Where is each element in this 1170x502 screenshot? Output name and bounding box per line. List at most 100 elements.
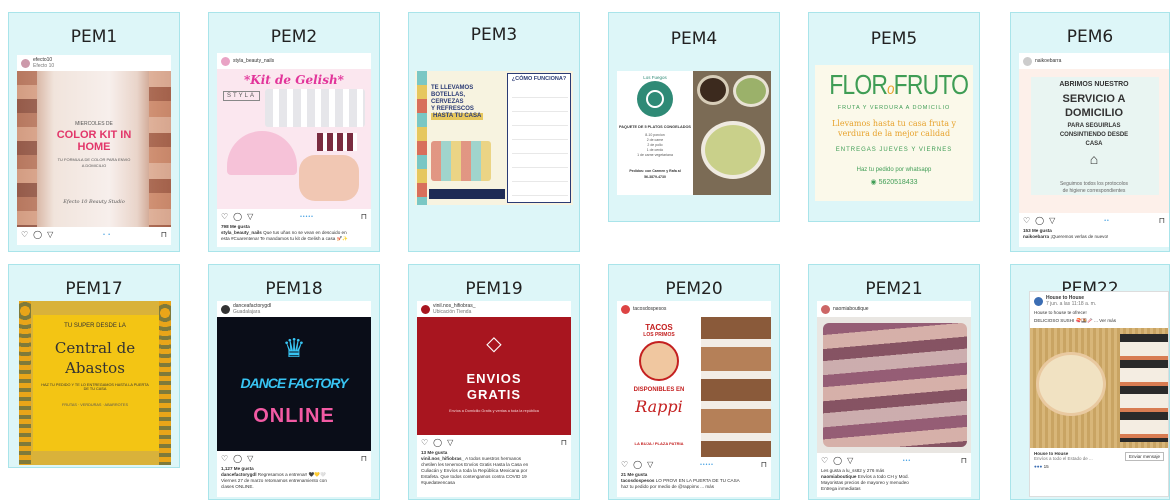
comment-icon[interactable]: ◯ (233, 454, 242, 463)
instagram-post[interactable]: Los Fuegos PAQUETE DE 5 PLATOS CONGELADO… (617, 71, 771, 195)
post-username: styla_beauty_nails (233, 58, 275, 64)
post-username: naikoebarra (1035, 58, 1062, 64)
facebook-post[interactable]: House to House 7 jun. a las 11:18 a. m. … (1029, 291, 1169, 497)
send-icon[interactable]: ▽ (247, 454, 253, 463)
heart-icon[interactable]: ♡ (821, 456, 828, 465)
polish-bottles (265, 89, 365, 127)
heart-icon[interactable]: ♡ (421, 438, 428, 447)
avatar (1034, 296, 1043, 306)
post-header: styla_beauty_nails (217, 53, 371, 69)
send-icon[interactable]: ▽ (1049, 216, 1055, 225)
panel-title: ¿CÓMO FUNCIONA? (511, 76, 567, 82)
chef-illustration (639, 341, 679, 381)
comment-icon[interactable]: ◯ (233, 212, 242, 221)
card-pem1[interactable]: PEM1 efecto10 Efecto 10 MIERCOLES DE COL… (8, 12, 180, 252)
post-image: TACOS LOS PRIMOS DISPONIBLES EN Rappi LA… (617, 317, 771, 457)
post-username: naomiaboutique (833, 306, 869, 312)
reactions-icon: ●●● (1034, 464, 1043, 469)
bookmark-icon[interactable]: ⊓ (761, 460, 767, 469)
how-it-works-panel: ¿CÓMO FUNCIONA? (507, 73, 571, 203)
bookmark-icon[interactable]: ⊓ (161, 230, 167, 239)
img-title: *Kit de Gelish* (244, 73, 344, 87)
heart-icon[interactable]: ♡ (221, 212, 228, 221)
comment-icon[interactable]: ◯ (833, 456, 842, 465)
instagram-post[interactable]: FLORoFRUTO FRUTA Y VERDURA A DOMICILIO L… (815, 65, 973, 201)
send-icon[interactable]: ▽ (847, 456, 853, 465)
send-icon[interactable]: ▽ (47, 230, 53, 239)
img-text: HAZ TU PEDIDO Y TE LO ENTREGAMOS HASTA L… (41, 383, 149, 391)
caption-line: haz tu pedido por medio de @rappimx ... … (621, 484, 715, 489)
sushi-photo (1120, 334, 1168, 442)
heart-icon[interactable]: ♡ (221, 454, 228, 463)
brand-logo: STYLA (223, 91, 261, 101)
instagram-post[interactable]: naikoebarra ABRIMOS NUESTRO SERVICIO A D… (1019, 53, 1169, 247)
post-header: tacosdospesos (617, 301, 771, 317)
img-title-2: GRATIS (466, 387, 522, 402)
comment-icon[interactable]: ◯ (1035, 216, 1044, 225)
post-image: ABRIMOS NUESTRO SERVICIO A DOMICILIO PAR… (1019, 69, 1169, 213)
instagram-post[interactable]: naomiaboutique ♡ ◯ ▽ ••• ⊓ Les gusta a l… (817, 301, 971, 497)
sushi-roll (1036, 352, 1106, 416)
steps-list (512, 88, 568, 198)
bookmark-icon[interactable]: ⊓ (361, 454, 367, 463)
caption-line: esta #Cuarentena! Te mandamos tu kit de … (221, 236, 349, 241)
card-pem19[interactable]: PEM19 vinil.nos_hifiobras_ Ubicación Tie… (408, 264, 580, 500)
img-signature: Efecto 10 Beauty Studio (63, 199, 125, 205)
send-icon[interactable]: ▽ (247, 212, 253, 221)
img-text: TU SUPER DESDE LA (64, 323, 126, 329)
post-image: *Kit de Gelish* STYLA (217, 69, 371, 209)
card-pem6[interactable]: PEM6 naikoebarra ABRIMOS NUESTRO SERVICI… (1010, 12, 1170, 252)
card-pem21[interactable]: PEM21 naomiaboutique ♡ ◯ ▽ ••• ⊓ Les gus… (808, 264, 980, 500)
card-pem4[interactable]: PEM4 Los Fuegos PAQUETE DE 5 PLATOS CONG… (608, 12, 780, 222)
menu-line: 1 de carne vegetariana (637, 153, 673, 157)
instagram-post[interactable]: TE LLEVAMOS BOTELLAS, CERVEZAS Y REFRESC… (415, 71, 573, 205)
instagram-post[interactable]: efecto10 Efecto 10 MIERCOLES DE COLOR KI… (17, 55, 171, 245)
img-title: DANCE FACTORY (240, 375, 348, 391)
instagram-post[interactable]: danceafactorygdl Guadalajara ♛ DANCE FAC… (217, 301, 371, 497)
card-pem20[interactable]: PEM20 tacosdospesos TACOS LOS PRIMOS DIS… (608, 264, 780, 500)
img-title: TACOS (645, 323, 673, 332)
post-image: ◇ ENVIOS GRATIS Envíos a Domicilio Grati… (417, 317, 571, 435)
card-pem3[interactable]: PEM3 TE LLEVAMOS BOTELLAS, CERVEZAS Y RE… (408, 12, 580, 252)
comment-icon[interactable]: ◯ (433, 438, 442, 447)
card-pem22[interactable]: PEM22 House to House 7 jun. a las 11:18 … (1010, 264, 1170, 500)
img-title-2: HOME (77, 141, 111, 153)
heart-icon[interactable]: ♡ (21, 230, 28, 239)
post-text: House to house te ofrece! (1034, 310, 1087, 315)
bookmark-icon[interactable]: ⊓ (361, 212, 367, 221)
card-pem17[interactable]: PEM17 TU SUPER DESDE LA Central de Abast… (8, 264, 180, 468)
img-title: SERVICIO A (1062, 93, 1126, 105)
card-pem18[interactable]: PEM18 danceafactorygdl Guadalajara ♛ DAN… (208, 264, 380, 500)
comment-icon[interactable]: ◯ (633, 460, 642, 469)
card-pem2[interactable]: PEM2 styla_beauty_nails *Kit de Gelish* … (208, 12, 380, 252)
card-label: PEM2 (270, 27, 318, 47)
send-icon[interactable]: ▽ (447, 438, 453, 447)
instagram-post[interactable]: tacosdospesos TACOS LOS PRIMOS DISPONIBL… (617, 301, 771, 497)
post-actions: ♡ ◯ ▽ ••••• ⊓ (217, 209, 371, 224)
send-message-button[interactable]: Enviar mensaje (1124, 451, 1164, 461)
card-pem5[interactable]: PEM5 FLORoFRUTO FRUTA Y VERDURA A DOMICI… (808, 12, 980, 222)
bookmark-icon[interactable]: ⊓ (561, 438, 567, 447)
img-title-2: DOMICILIO (1064, 107, 1124, 119)
brand-title: FLORoFRUTO (829, 69, 969, 100)
phone-number: ◉ 5620518433 (870, 179, 918, 186)
comment-icon[interactable]: ◯ (33, 230, 42, 239)
instagram-post[interactable]: vinil.nos_hifiobras_ Ubicación Tienda ◇ … (417, 301, 571, 497)
instagram-post[interactable]: styla_beauty_nails *Kit de Gelish* STYLA… (217, 53, 371, 247)
img-text: LA BUJA / PLAZA PATRIA (634, 441, 684, 446)
heart-icon[interactable]: ♡ (1023, 216, 1030, 225)
bookmark-icon[interactable]: ⊓ (961, 456, 967, 465)
carousel-dots: • • (103, 231, 111, 238)
food-photo (701, 317, 771, 457)
avatar (221, 304, 230, 314)
bookmark-icon[interactable]: ⊓ (1159, 216, 1165, 225)
heart-icon[interactable]: ♡ (621, 460, 628, 469)
screenshot-grid: PEM1 efecto10 Efecto 10 MIERCOLES DE COL… (0, 0, 1170, 502)
send-icon[interactable]: ▽ (647, 460, 653, 469)
img-text: de higiene correspondientes (1062, 188, 1126, 194)
post-header: House to House 7 jun. a las 11:18 a. m. (1030, 292, 1168, 310)
card-label: PEM4 (670, 29, 718, 49)
menu-line: 2 de pollo (647, 143, 663, 147)
avatar (621, 304, 630, 314)
menu-line: 1 de cerdo (646, 148, 664, 152)
